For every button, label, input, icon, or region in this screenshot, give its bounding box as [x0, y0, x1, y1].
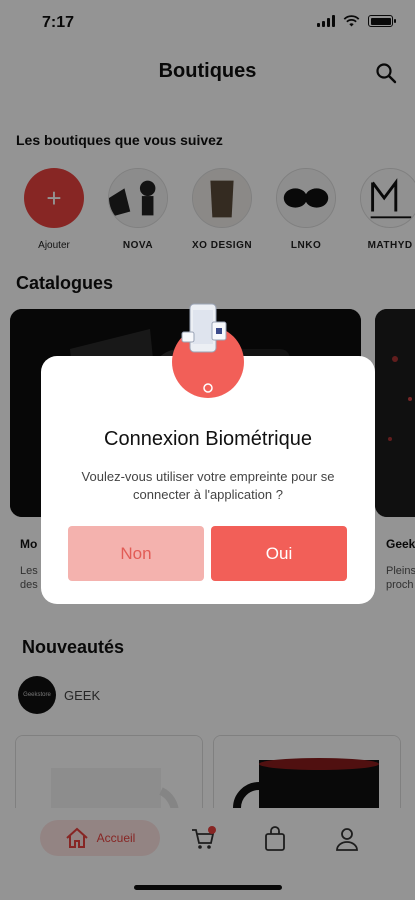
dialog-message: Voulez-vous utiliser votre empreinte pou…: [81, 469, 335, 502]
biometric-illustration-icon: [172, 303, 244, 398]
yes-button[interactable]: Oui: [211, 526, 347, 581]
no-button[interactable]: Non: [68, 526, 204, 581]
dialog-title: Connexion Biométrique: [104, 428, 312, 450]
